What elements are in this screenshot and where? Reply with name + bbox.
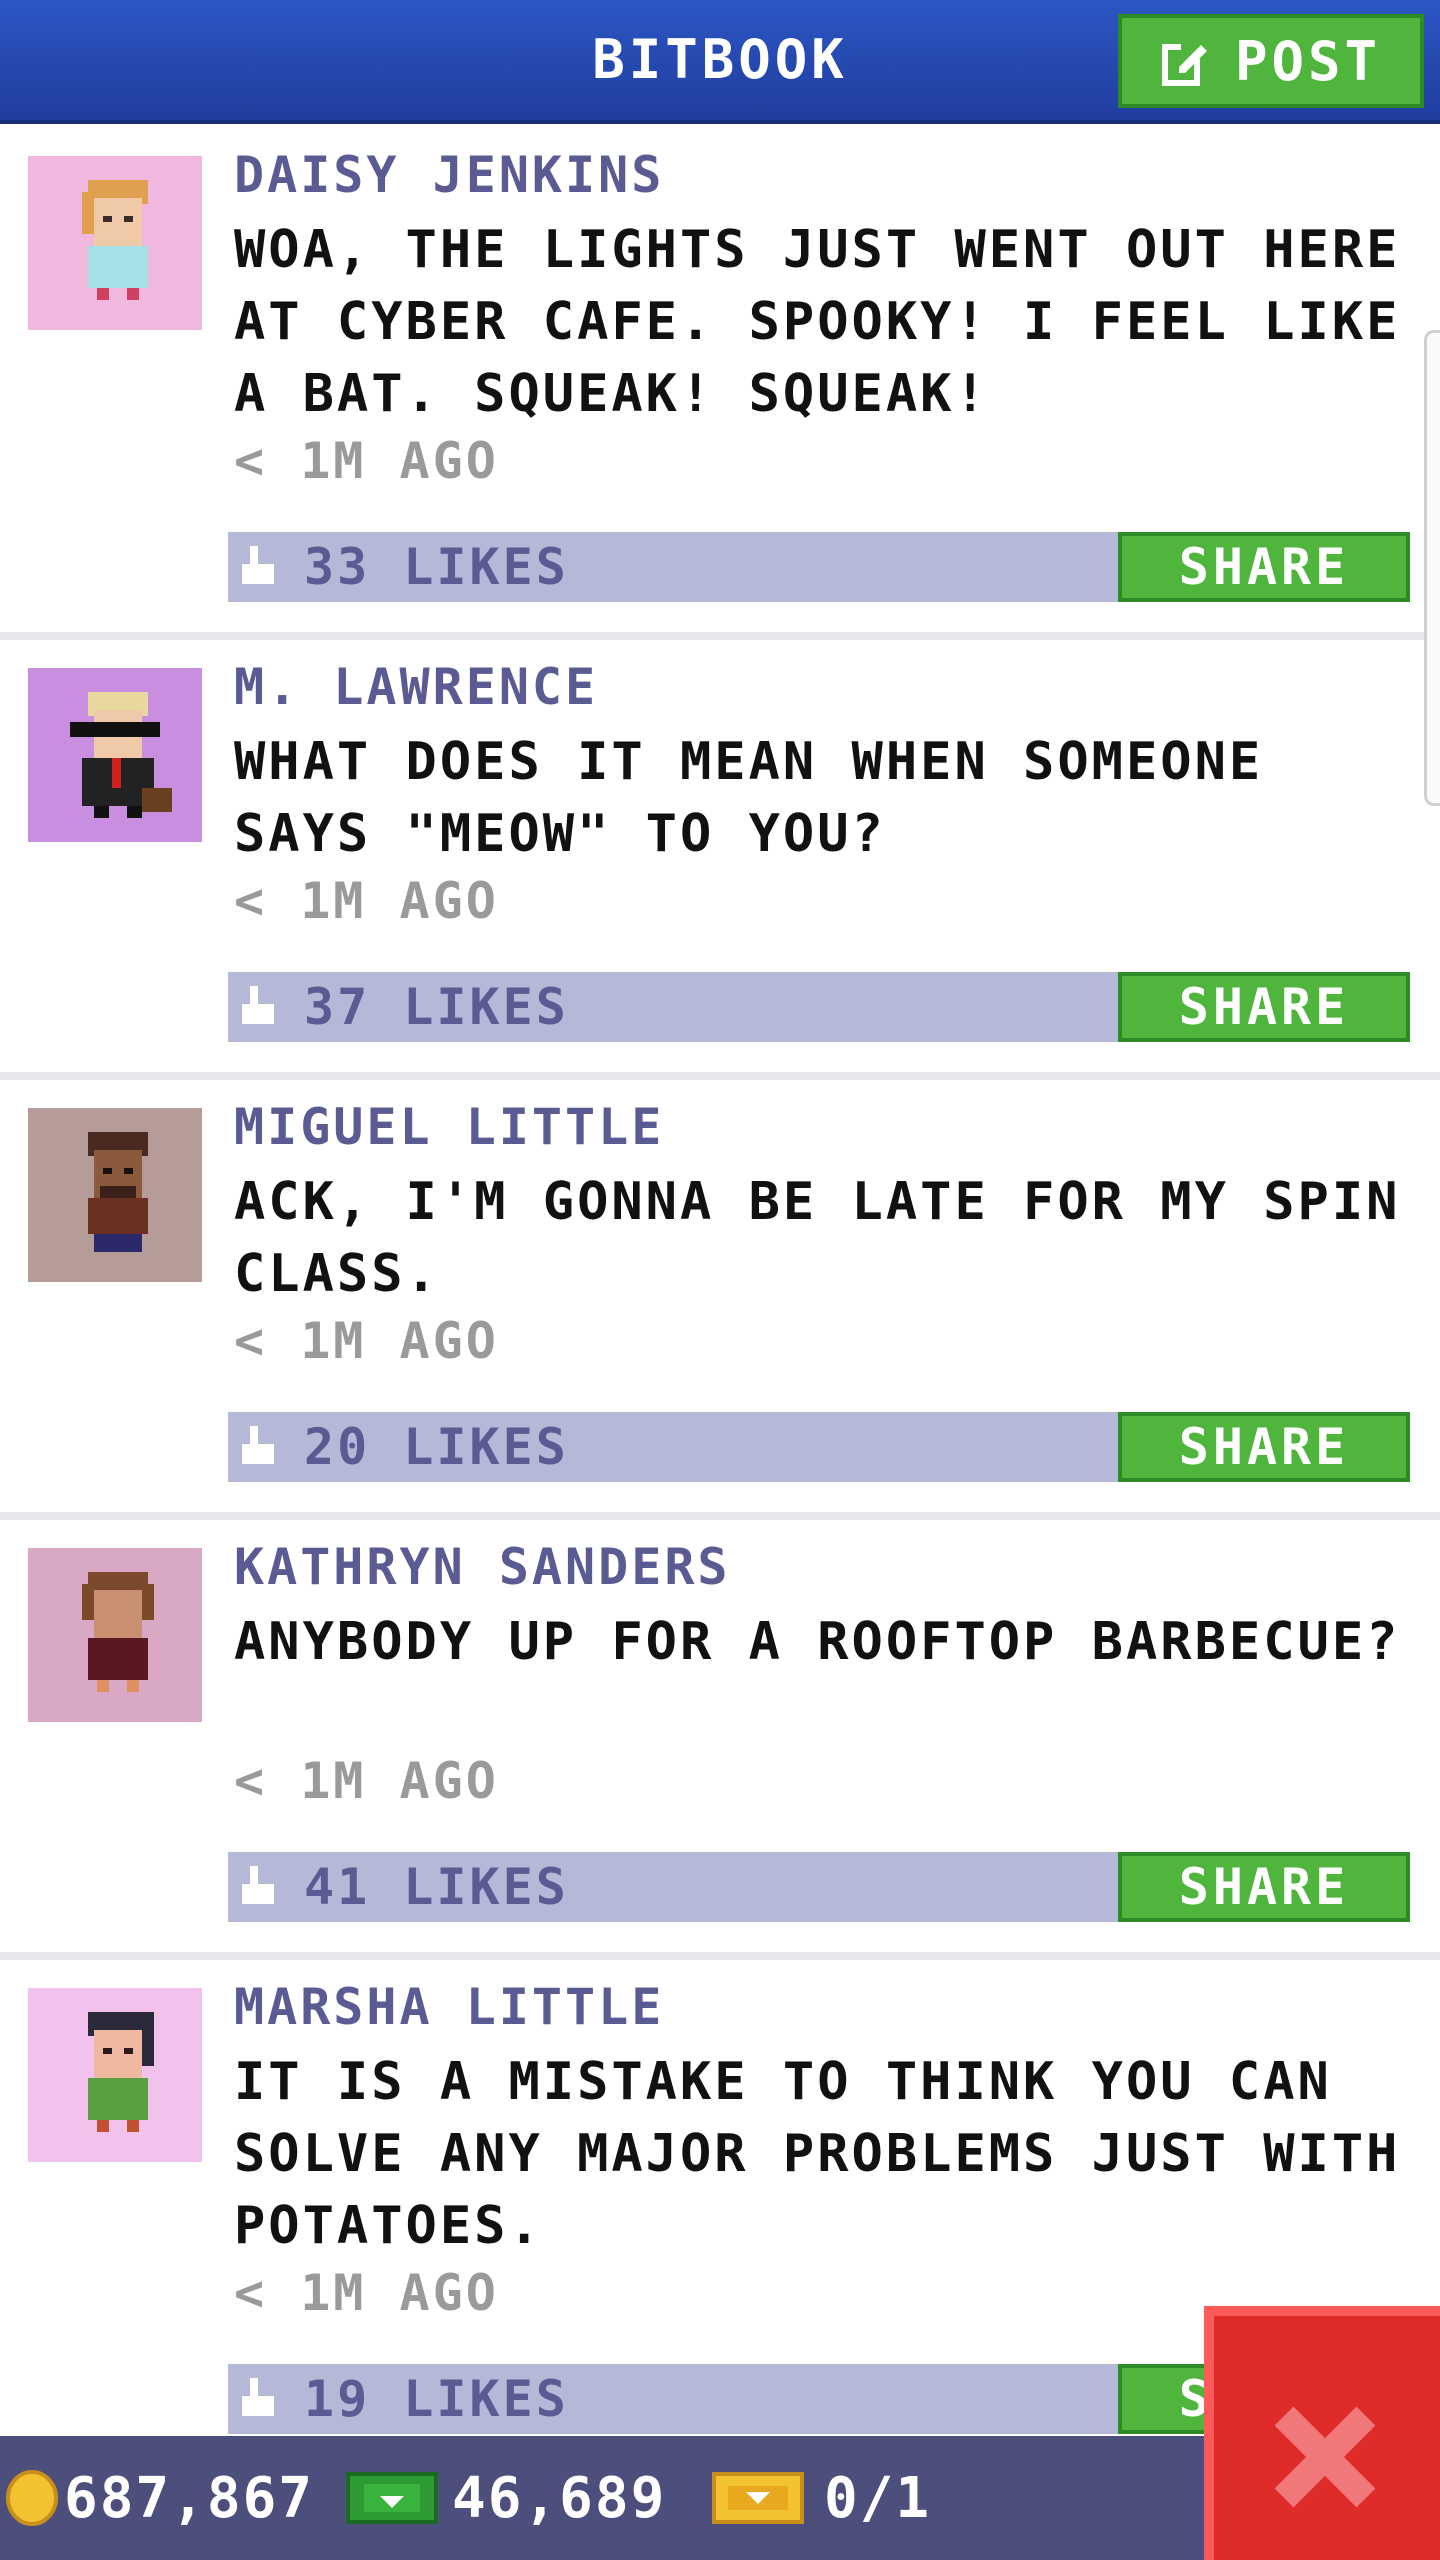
likes-bar: 37 LIKES SHARE <box>228 972 1410 1042</box>
post-author[interactable]: MIGUEL LITTLE <box>234 1098 664 1156</box>
likes-bar: 20 LIKES SHARE <box>228 1412 1410 1482</box>
avatar <box>28 1988 202 2162</box>
likes-count: 19 LIKES <box>304 2370 569 2428</box>
avatar <box>28 1548 202 1722</box>
thumbs-up-icon <box>242 546 274 584</box>
feed-post: M. LAWRENCE WHAT DOES IT MEAN WHEN SOMEO… <box>0 640 1440 1080</box>
ticket-icon <box>712 2472 804 2524</box>
share-button[interactable]: SHARE <box>1118 972 1410 1042</box>
bux-stat: 46,689 <box>346 2436 666 2560</box>
avatar <box>28 1108 202 1282</box>
post-message: WOA, THE LIGHTS JUST WENT OUT HERE AT CY… <box>234 220 1401 424</box>
share-button[interactable]: SHARE <box>1118 1852 1410 1922</box>
feed-post: KATHRYN SANDERS ANYBODY UP FOR A ROOFTOP… <box>0 1520 1440 1960</box>
likes-bar: 33 LIKES SHARE <box>228 532 1410 602</box>
post-timestamp: < 1M AGO <box>234 432 499 490</box>
likes-count: 20 LIKES <box>304 1418 569 1476</box>
close-button[interactable] <box>1204 2306 1440 2560</box>
avatar <box>28 156 202 330</box>
feed-post: DAISY JENKINS WOA, THE LIGHTS JUST WENT … <box>0 128 1440 640</box>
scrollbar[interactable] <box>1424 330 1440 806</box>
likes-count: 37 LIKES <box>304 978 569 1036</box>
post-author[interactable]: MARSHA LITTLE <box>234 1978 664 2036</box>
post-timestamp: < 1M AGO <box>234 2264 499 2322</box>
post-edit-icon <box>1161 39 1209 86</box>
post-message: IT IS A MISTAKE TO THINK YOU CAN SOLVE A… <box>234 2052 1401 2256</box>
likes-count: 41 LIKES <box>304 1858 569 1916</box>
post-timestamp: < 1M AGO <box>234 1752 499 1810</box>
likes-count: 33 LIKES <box>304 538 569 596</box>
coins-stat: 687,867 <box>6 2436 314 2560</box>
coins-value: 687,867 <box>64 2465 315 2531</box>
post-author[interactable]: M. LAWRENCE <box>234 658 598 716</box>
app-header: BITBOOK POST <box>0 0 1440 124</box>
bux-value: 46,689 <box>452 2465 667 2531</box>
share-button[interactable]: SHARE <box>1118 532 1410 602</box>
feed-post: MIGUEL LITTLE ACK, I'M GONNA BE LATE FOR… <box>0 1080 1440 1520</box>
coin-icon <box>6 2470 58 2526</box>
avatar <box>28 668 202 842</box>
close-icon <box>1274 2406 1376 2508</box>
thumbs-up-icon <box>242 1426 274 1464</box>
likes-bar: 41 LIKES SHARE <box>228 1852 1410 1922</box>
thumbs-up-icon <box>242 986 274 1024</box>
post-message: ANYBODY UP FOR A ROOFTOP BARBECUE? <box>234 1612 1401 1672</box>
post-timestamp: < 1M AGO <box>234 1312 499 1370</box>
post-timestamp: < 1M AGO <box>234 872 499 930</box>
bux-icon <box>346 2472 438 2524</box>
post-button[interactable]: POST <box>1118 14 1424 108</box>
post-author[interactable]: DAISY JENKINS <box>234 146 664 204</box>
tickets-value: 0/1 <box>824 2465 932 2531</box>
thumbs-up-icon <box>242 2378 274 2416</box>
post-button-label: POST <box>1234 29 1382 93</box>
thumbs-up-icon <box>242 1866 274 1904</box>
share-button[interactable]: SHARE <box>1118 1412 1410 1482</box>
post-author[interactable]: KATHRYN SANDERS <box>234 1538 731 1596</box>
post-message: WHAT DOES IT MEAN WHEN SOMEONE SAYS "MEO… <box>234 732 1264 864</box>
post-message: ACK, I'M GONNA BE LATE FOR MY SPIN CLASS… <box>234 1172 1401 1304</box>
tickets-stat: 0/1 <box>712 2436 931 2560</box>
